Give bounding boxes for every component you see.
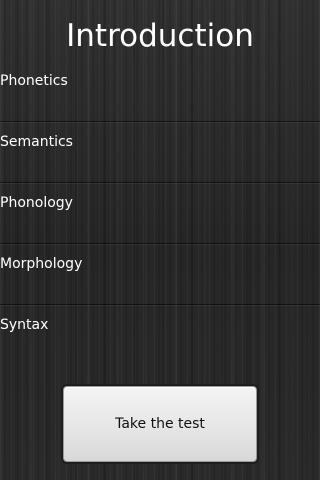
- topic-label: Morphology: [0, 256, 83, 272]
- topic-item-morphology[interactable]: Morphology: [0, 245, 320, 305]
- page-title: Introduction: [66, 18, 254, 54]
- topic-item-syntax[interactable]: Syntax: [0, 306, 320, 366]
- topic-label: Phonetics: [0, 73, 68, 89]
- topic-list: Phonetics Semantics Phonology Morphology…: [0, 62, 320, 367]
- topic-item-semantics[interactable]: Semantics: [0, 123, 320, 183]
- topic-label: Phonology: [0, 195, 73, 211]
- topic-item-phonetics[interactable]: Phonetics: [0, 62, 320, 122]
- topic-item-phonology[interactable]: Phonology: [0, 184, 320, 244]
- topic-label: Semantics: [0, 134, 73, 150]
- take-test-button[interactable]: Take the test: [63, 386, 257, 462]
- topic-label: Syntax: [0, 317, 49, 333]
